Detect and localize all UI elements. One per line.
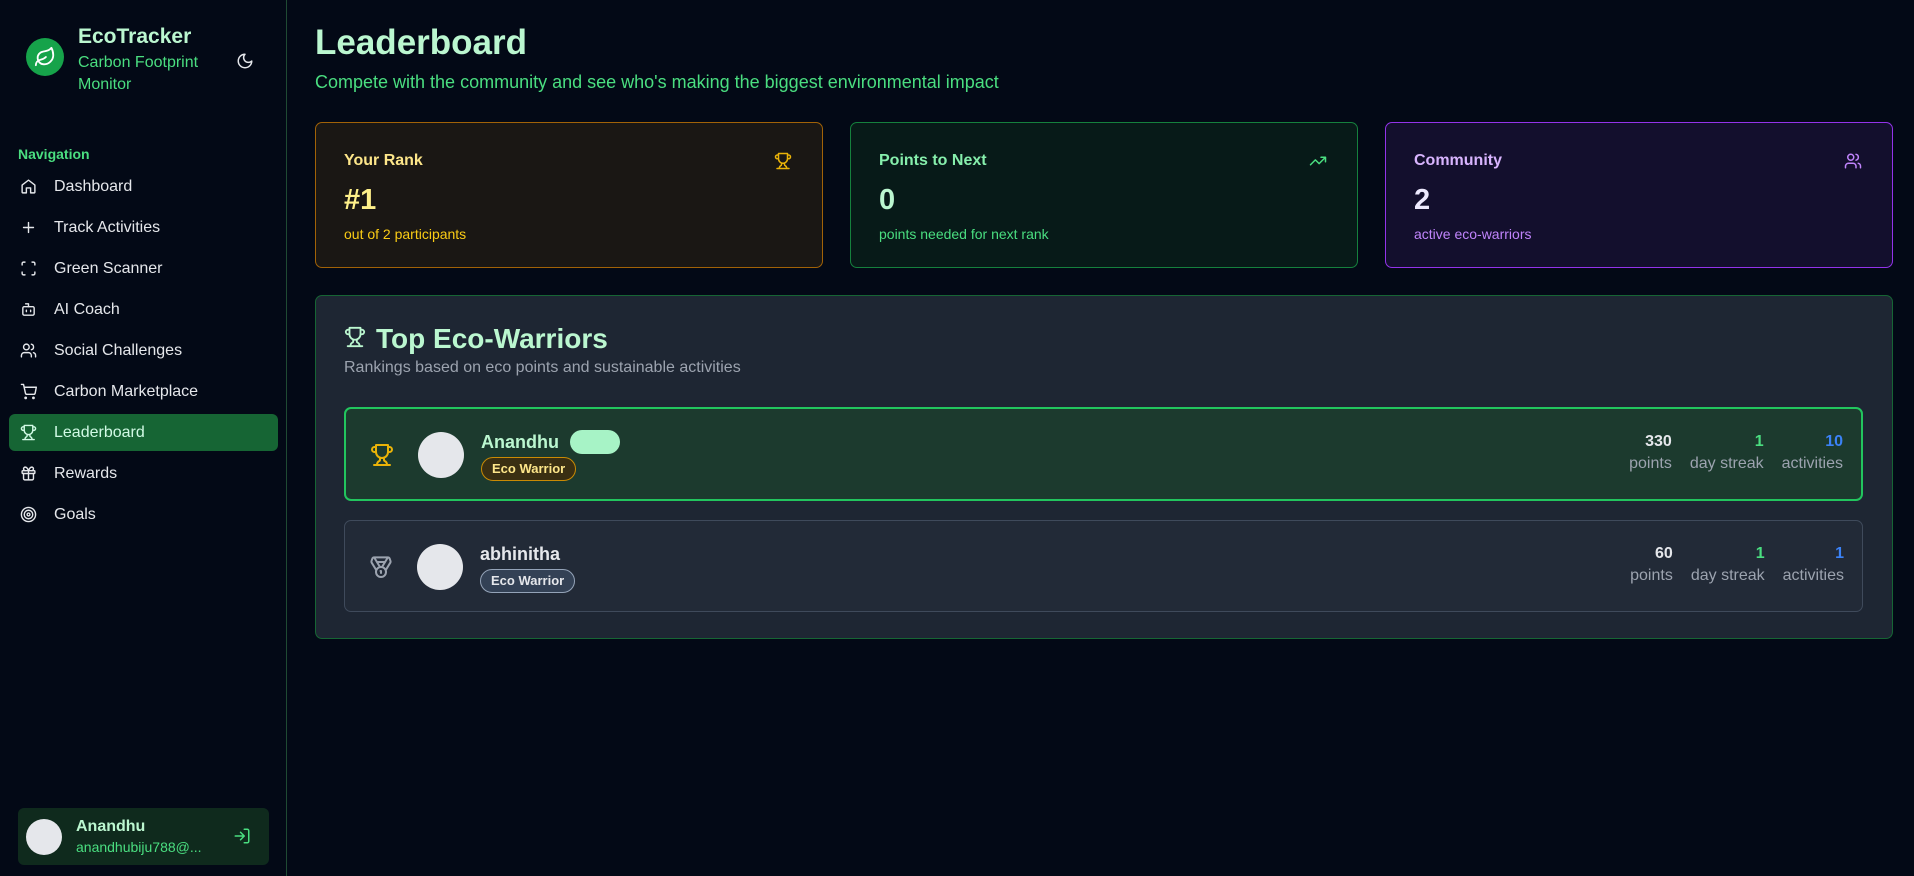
sidebar-item-leaderboard[interactable]: Leaderboard	[9, 414, 278, 451]
plus-icon	[19, 219, 37, 237]
page-subtitle: Compete with the community and see who's…	[315, 72, 999, 92]
trophy-icon	[19, 424, 37, 442]
sidebar-item-label: Rewards	[54, 464, 118, 482]
sidebar-item-track-activities[interactable]: Track Activities	[9, 209, 278, 246]
points-label: points	[1630, 567, 1673, 584]
leaderboard-row[interactable]: abhinitha Eco Warrior 60 points 1 day st…	[344, 520, 1863, 612]
stat-description: out of 2 participants	[344, 226, 467, 242]
leaderboard-subtitle: Rankings based on eco points and sustain…	[344, 359, 741, 376]
stat-description: active eco-warriors	[1414, 226, 1532, 242]
streak-value: 1	[1754, 433, 1764, 450]
your-rank-card: Your Rank #1 out of 2 participants	[315, 122, 823, 268]
avatar	[417, 544, 463, 590]
sidebar-item-social-challenges[interactable]: Social Challenges	[9, 332, 278, 369]
sidebar-item-ai-coach[interactable]: AI Coach	[9, 291, 278, 328]
theme-toggle-moon-icon[interactable]	[234, 50, 256, 72]
target-icon	[19, 506, 37, 524]
leaderboard-title: Top Eco-Warriors	[376, 323, 608, 354]
sidebar-item-label: Track Activities	[54, 218, 161, 236]
users-icon	[19, 342, 37, 360]
trophy-icon	[370, 443, 394, 467]
sidebar: EcoTracker Carbon Footprint Monitor Navi…	[0, 0, 287, 876]
points-label: points	[1629, 455, 1672, 472]
stat-label: Community	[1414, 152, 1502, 169]
user-name: Anandhu	[76, 817, 146, 835]
sidebar-item-label: Social Challenges	[54, 341, 183, 359]
streak-label: day streak	[1689, 455, 1764, 472]
stat-label: Your Rank	[344, 152, 423, 169]
sidebar-item-label: Dashboard	[54, 177, 133, 195]
sidebar-item-dashboard[interactable]: Dashboard	[9, 168, 278, 205]
app-subtitle: Carbon Footprint Monitor	[78, 54, 199, 93]
sidebar-item-goals[interactable]: Goals	[9, 496, 278, 533]
activities-label: activities	[1781, 455, 1843, 472]
avatar	[418, 432, 464, 478]
points-value: 60	[1655, 545, 1673, 562]
cart-icon	[19, 383, 37, 401]
stat-description: points needed for next rank	[879, 226, 1049, 242]
users-icon	[1844, 152, 1864, 172]
streak-label: day streak	[1690, 567, 1765, 584]
sidebar-item-green-scanner[interactable]: Green Scanner	[9, 250, 278, 287]
avatar	[26, 818, 62, 855]
stat-value: 2	[1414, 184, 1431, 216]
participant-name: abhinitha	[480, 544, 560, 564]
sidebar-item-rewards[interactable]: Rewards	[9, 455, 278, 492]
user-profile-card[interactable]: Anandhu anandhubiju788@...	[18, 808, 269, 865]
sidebar-item-label: Carbon Marketplace	[54, 382, 199, 400]
sidebar-nav: Dashboard Track Activities Green Scanner…	[9, 168, 278, 537]
leaderboard-row[interactable]: Anandhu Eco Warrior 330 points 1 day str…	[344, 407, 1863, 501]
trophy-icon	[344, 326, 366, 353]
stat-label: Points to Next	[879, 152, 987, 169]
status-badge: Eco Warrior	[480, 569, 576, 593]
sidebar-item-label: Green Scanner	[54, 259, 163, 277]
medal-icon	[369, 555, 393, 579]
current-user-pill	[570, 430, 620, 454]
leaf-icon	[26, 38, 64, 76]
activities-label: activities	[1782, 567, 1844, 584]
user-email: anandhubiju788@...	[76, 838, 202, 855]
activities-value: 1	[1835, 545, 1844, 562]
stat-value: 0	[879, 184, 896, 216]
sidebar-item-label: AI Coach	[54, 300, 120, 318]
bot-icon	[19, 301, 37, 319]
brand[interactable]: EcoTracker Carbon Footprint Monitor	[26, 24, 218, 96]
participant-name: Anandhu	[481, 432, 559, 452]
home-icon	[19, 178, 37, 196]
sidebar-item-label: Goals	[54, 505, 96, 523]
trophy-icon	[774, 152, 794, 172]
community-card: Community 2 active eco-warriors	[1385, 122, 1893, 268]
leaderboard-panel: Top Eco-Warriors Rankings based on eco p…	[315, 295, 1893, 639]
sidebar-item-carbon-marketplace[interactable]: Carbon Marketplace	[9, 373, 278, 410]
stat-value: #1	[344, 184, 377, 216]
points-value: 330	[1645, 433, 1672, 450]
status-badge: Eco Warrior	[481, 457, 577, 481]
activities-value: 10	[1825, 433, 1843, 450]
logout-icon[interactable]	[233, 827, 253, 847]
nav-section-label: Navigation	[18, 146, 90, 162]
trending-up-icon	[1309, 152, 1329, 172]
page-title: Leaderboard	[315, 23, 527, 62]
streak-value: 1	[1755, 545, 1765, 562]
points-to-next-card: Points to Next 0 points needed for next …	[850, 122, 1358, 268]
sidebar-item-label: Leaderboard	[54, 423, 145, 441]
gift-icon	[19, 465, 37, 483]
app-name: EcoTracker	[78, 25, 192, 48]
scan-icon	[19, 260, 37, 278]
